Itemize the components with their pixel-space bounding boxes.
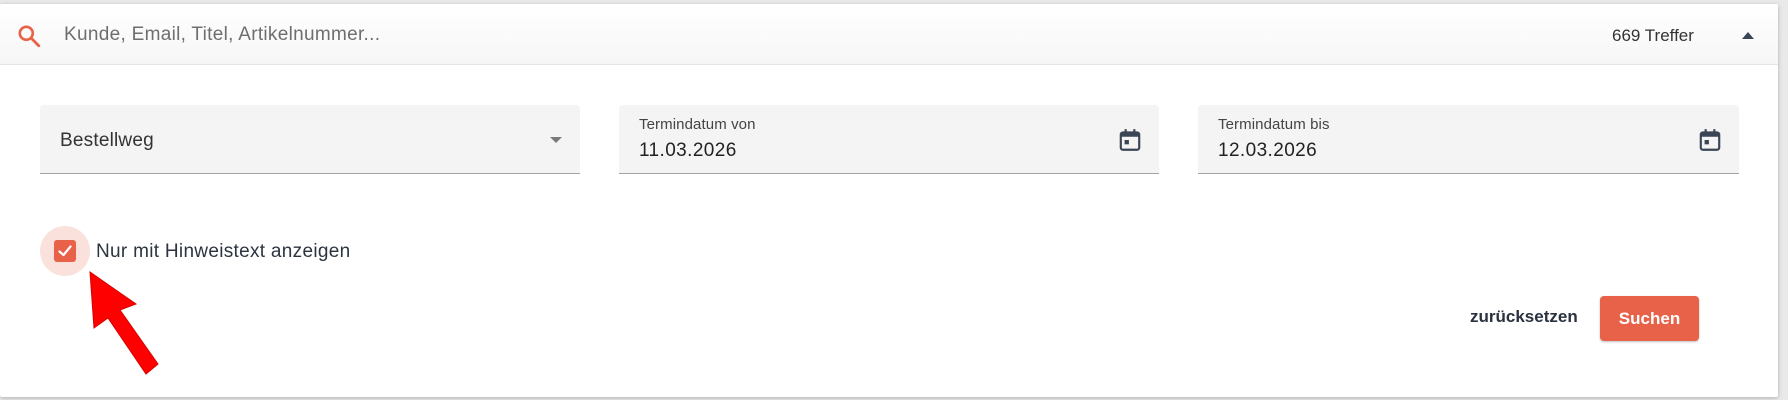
order-channel-select[interactable]: Bestellweg xyxy=(40,105,580,174)
filter-panel: 669 Treffer Bestellweg Termindatum von 1… xyxy=(0,4,1778,397)
checkmark-icon xyxy=(58,245,72,257)
search-button[interactable]: Suchen xyxy=(1600,296,1699,341)
search-bar: 669 Treffer xyxy=(0,4,1778,65)
order-channel-label: Bestellweg xyxy=(60,130,154,151)
date-to-field[interactable]: Termindatum bis 12.03.2026 xyxy=(1198,105,1739,174)
note-only-label[interactable]: Nur mit Hinweistext anzeigen xyxy=(96,241,350,263)
calendar-icon[interactable] xyxy=(1697,127,1723,153)
date-to-value[interactable]: 12.03.2026 xyxy=(1218,140,1317,162)
date-from-value[interactable]: 11.03.2026 xyxy=(639,140,737,162)
date-to-label: Termindatum bis xyxy=(1218,116,1330,133)
reset-button[interactable]: zurücksetzen xyxy=(1470,307,1578,327)
date-from-field[interactable]: Termindatum von 11.03.2026 xyxy=(619,105,1159,174)
chevron-down-icon xyxy=(550,137,562,143)
calendar-icon[interactable] xyxy=(1117,127,1143,153)
annotation-arrow-icon xyxy=(89,270,159,375)
note-only-checkbox[interactable] xyxy=(54,240,76,262)
search-input[interactable] xyxy=(62,18,1366,52)
date-from-label: Termindatum von xyxy=(639,116,756,133)
caret-up-icon[interactable] xyxy=(1736,24,1760,48)
search-icon xyxy=(18,25,41,48)
hit-count: 669 Treffer xyxy=(1612,26,1694,45)
